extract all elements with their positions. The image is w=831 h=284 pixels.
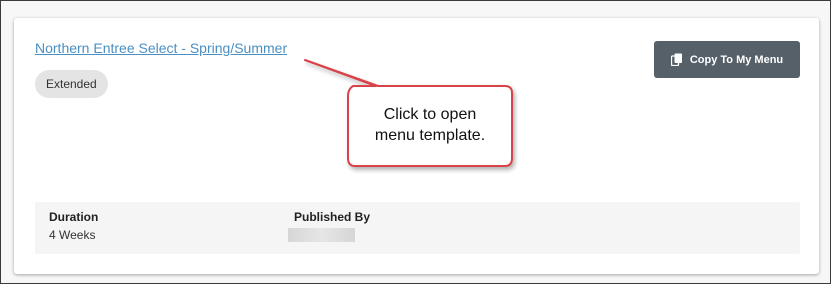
duration-label: Duration — [49, 210, 99, 224]
callout-text: Click to open menu template. — [349, 104, 511, 146]
copy-to-my-menu-button[interactable]: Copy To My Menu — [654, 41, 800, 78]
duration-value: 4 Weeks — [49, 228, 96, 242]
published-by-column: Published By — [288, 210, 371, 242]
menu-template-card: Northern Entree Select - Spring/Summer E… — [14, 18, 819, 274]
callout-text-line2: menu template. — [374, 127, 486, 144]
extended-badge: Extended — [35, 70, 108, 98]
callout-text-line1: Click to open — [383, 106, 477, 123]
menu-template-title-link[interactable]: Northern Entree Select - Spring/Summer — [35, 40, 287, 56]
details-panel: Duration 4 Weeks Published By — [35, 202, 800, 254]
duration-column: Duration 4 Weeks — [49, 210, 98, 242]
copy-to-my-menu-label: Copy To My Menu — [689, 53, 784, 66]
copy-icon — [670, 53, 683, 66]
published-by-redacted-value — [288, 228, 355, 242]
published-by-label: Published By — [294, 210, 371, 224]
